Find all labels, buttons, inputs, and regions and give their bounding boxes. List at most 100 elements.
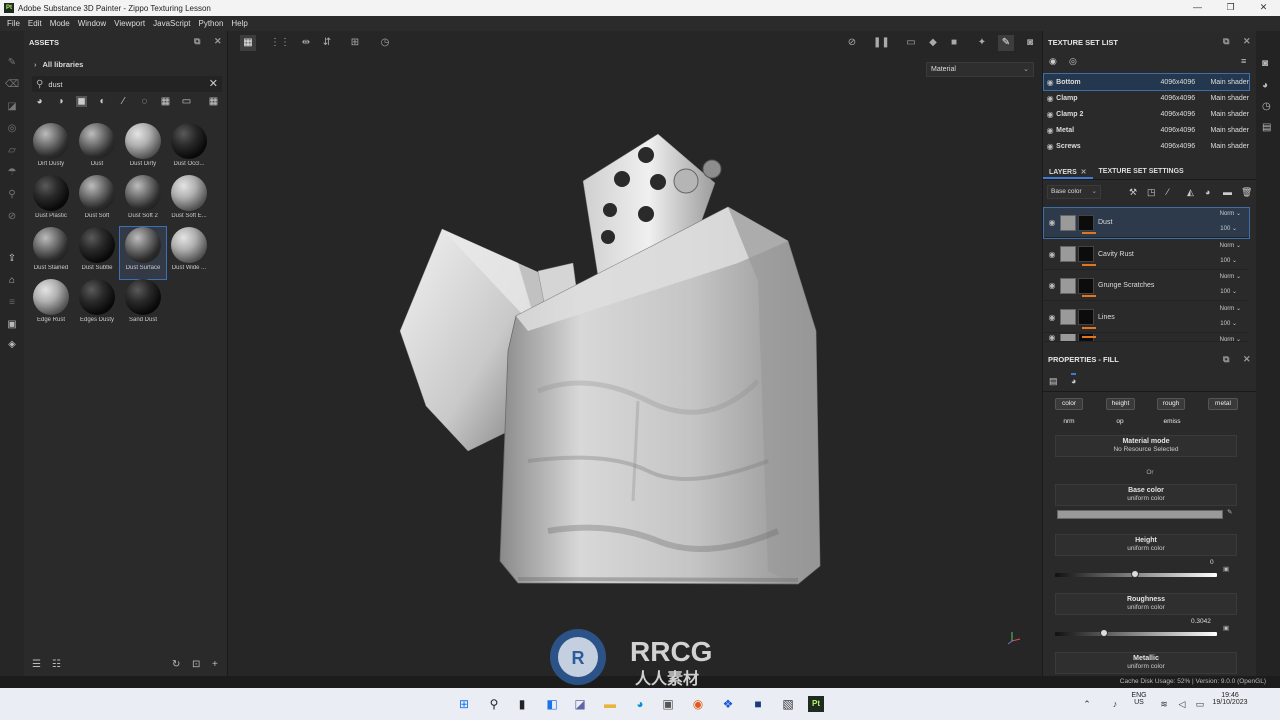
- library-tree-item[interactable]: › All libraries: [34, 60, 83, 69]
- brushes-filter-icon[interactable]: ⁄: [118, 96, 129, 107]
- layer-row[interactable]: ◉ Lines Norm ⌄ 100 ⌄: [1044, 303, 1249, 333]
- language-indicator[interactable]: ENG US: [1124, 692, 1154, 706]
- texture-set-row[interactable]: ◉ Metal 4096x4096 Main shader: [1044, 122, 1249, 138]
- mask-thumbnail[interactable]: [1078, 246, 1094, 262]
- close-panel-icon[interactable]: ✕: [1243, 354, 1251, 365]
- viewer-settings-icon[interactable]: ◈: [5, 339, 19, 353]
- fill-settings-icon[interactable]: ▤: [1049, 376, 1058, 387]
- eye-icon[interactable]: ◉: [1044, 250, 1060, 259]
- history-icon[interactable]: ◷: [1262, 101, 1271, 112]
- materials-filter-icon[interactable]: ◕: [34, 96, 45, 107]
- shader-icon[interactable]: ◕: [1262, 80, 1268, 91]
- smart-masks-filter-icon[interactable]: ◼: [76, 96, 87, 107]
- add-folder-icon[interactable]: ▬: [1223, 187, 1232, 197]
- tray-chevron-icon[interactable]: ⌃: [1079, 696, 1095, 712]
- float-panel-icon[interactable]: ⧉: [1223, 36, 1229, 47]
- projection-icon[interactable]: ◪: [5, 101, 19, 115]
- battery-icon[interactable]: ▭: [1192, 696, 1208, 712]
- menu-python[interactable]: Python: [199, 19, 224, 28]
- tab-texture-set-settings[interactable]: TEXTURE SET SETTINGS: [1093, 164, 1190, 179]
- app-blue-icon[interactable]: ■: [750, 696, 766, 712]
- clear-search-icon[interactable]: ✕: [209, 77, 218, 90]
- particles-filter-icon[interactable]: ◌: [139, 96, 150, 107]
- textures-filter-icon[interactable]: ▦: [160, 96, 171, 107]
- eye-icon[interactable]: ◉: [1044, 281, 1060, 290]
- eye-icon[interactable]: ◉: [1044, 78, 1056, 87]
- log-icon[interactable]: ▤: [1262, 122, 1271, 133]
- float-panel-icon[interactable]: ⧉: [1223, 354, 1229, 365]
- metallic-group[interactable]: Metallic uniform color: [1055, 652, 1237, 674]
- material-mode-group[interactable]: Material mode No Resource Selected: [1055, 435, 1237, 457]
- task-view-icon[interactable]: ▮: [514, 696, 530, 712]
- filter-list-icon[interactable]: ☰: [32, 659, 41, 670]
- microphone-icon[interactable]: ♪: [1107, 696, 1123, 712]
- blend-mode-select[interactable]: Norm ⌄: [1220, 273, 1241, 280]
- add-icon[interactable]: +: [212, 659, 218, 670]
- 3d-viewport[interactable]: ▦ ⋮⋮ ⇹ ⇵ ⊞ ◷ ⊘ ❚❚ ▭ ◆ ■ ✦ ✎ ◙ Material ⌄: [228, 31, 1042, 676]
- eye-icon[interactable]: ◉: [1044, 110, 1056, 119]
- search-icon[interactable]: ⚲: [486, 696, 502, 712]
- channel-emiss-button[interactable]: emiss: [1157, 416, 1187, 428]
- export-icon[interactable]: ⇪: [5, 253, 19, 267]
- add-fill-layer-icon[interactable]: ◭: [1187, 187, 1194, 198]
- clone-icon[interactable]: ⚲: [5, 189, 19, 203]
- close-panel-icon[interactable]: ✕: [1243, 36, 1251, 47]
- asset-tile[interactable]: Dust Soft 2: [120, 175, 166, 227]
- asset-tile[interactable]: Dust Wide ...: [166, 227, 212, 279]
- menu-mode[interactable]: Mode: [50, 19, 70, 28]
- bake-icon[interactable]: ⌂: [5, 275, 19, 289]
- smudge-icon[interactable]: ☂: [5, 167, 19, 181]
- asset-tile[interactable]: Dust: [74, 123, 120, 175]
- eye-icon[interactable]: ◉: [1044, 313, 1060, 322]
- eyedropper-icon[interactable]: ✎: [1227, 508, 1232, 516]
- eraser-icon[interactable]: ⌫: [5, 79, 19, 93]
- base-color-group[interactable]: Base color uniform color: [1055, 484, 1237, 506]
- delete-layer-icon[interactable]: 🗑: [1241, 187, 1252, 198]
- library-list-icon[interactable]: ☷: [52, 659, 61, 670]
- add-smart-material-icon[interactable]: ◕: [1205, 187, 1210, 197]
- visibility-toggle-icon[interactable]: ◉: [1049, 56, 1057, 67]
- file-explorer-icon[interactable]: ▬: [602, 696, 618, 712]
- maximize-button[interactable]: ❐: [1214, 0, 1247, 16]
- asset-tile[interactable]: Dust Dirty: [120, 123, 166, 175]
- grid-view-icon[interactable]: ▦: [208, 96, 219, 107]
- asset-tile[interactable]: Dust Stained: [28, 227, 74, 279]
- eye-icon[interactable]: ◉: [1044, 142, 1056, 151]
- import-icon[interactable]: ⊡: [192, 659, 200, 670]
- height-slider-knob[interactable]: [1131, 570, 1139, 578]
- wifi-icon[interactable]: ≋: [1156, 696, 1172, 712]
- channel-metal-button[interactable]: metal: [1208, 398, 1238, 410]
- tab-layers[interactable]: LAYERS ✕: [1043, 164, 1093, 179]
- dropbox-icon[interactable]: ❖: [720, 696, 736, 712]
- blend-mode-select[interactable]: Norm ⌄: [1220, 210, 1241, 217]
- texture-set-row[interactable]: ◉ Clamp 4096x4096 Main shader: [1044, 90, 1249, 106]
- close-tab-icon[interactable]: ✕: [1079, 169, 1087, 176]
- shelf-icon[interactable]: ≡: [5, 297, 19, 311]
- edge-icon[interactable]: ◕: [632, 696, 648, 712]
- menu-edit[interactable]: Edit: [28, 19, 42, 28]
- asset-tile[interactable]: Dust Soft: [74, 175, 120, 227]
- menu-help[interactable]: Help: [231, 19, 247, 28]
- app-gray-icon[interactable]: ▧: [780, 696, 796, 712]
- menu-icon[interactable]: ≡: [1241, 56, 1246, 66]
- color-picker-icon[interactable]: ⊘: [5, 211, 19, 225]
- asset-tile[interactable]: Dust Subtle: [74, 227, 120, 279]
- camera-icon[interactable]: ◙: [1262, 58, 1268, 69]
- refresh-icon[interactable]: ↻: [172, 659, 180, 670]
- texture-set-row[interactable]: ◉ Bottom 4096x4096 Main shader: [1043, 73, 1250, 91]
- opacity-field[interactable]: 100 ⌄: [1220, 288, 1237, 295]
- eye-icon[interactable]: ◉: [1044, 334, 1060, 341]
- asset-tile[interactable]: Sand Dust: [120, 279, 166, 331]
- menu-file[interactable]: File: [7, 19, 20, 28]
- geometry-mask-icon[interactable]: ◎: [5, 123, 19, 137]
- layer-row[interactable]: ◉ Grunge Scratches Norm ⌄ 100 ⌄: [1044, 271, 1249, 301]
- asset-tile[interactable]: Edge Rust: [28, 279, 74, 331]
- start-icon[interactable]: ⊞: [456, 696, 472, 712]
- channel-color-button[interactable]: color: [1055, 398, 1083, 410]
- channel-rough-button[interactable]: rough: [1157, 398, 1185, 410]
- add-effect-icon[interactable]: ⚒: [1129, 187, 1137, 198]
- firefox-icon[interactable]: ◉: [690, 696, 706, 712]
- float-panel-icon[interactable]: ⧉: [194, 36, 200, 47]
- substance-painter-icon[interactable]: Pt: [808, 696, 824, 712]
- opacity-field[interactable]: 100 ⌄: [1220, 320, 1237, 327]
